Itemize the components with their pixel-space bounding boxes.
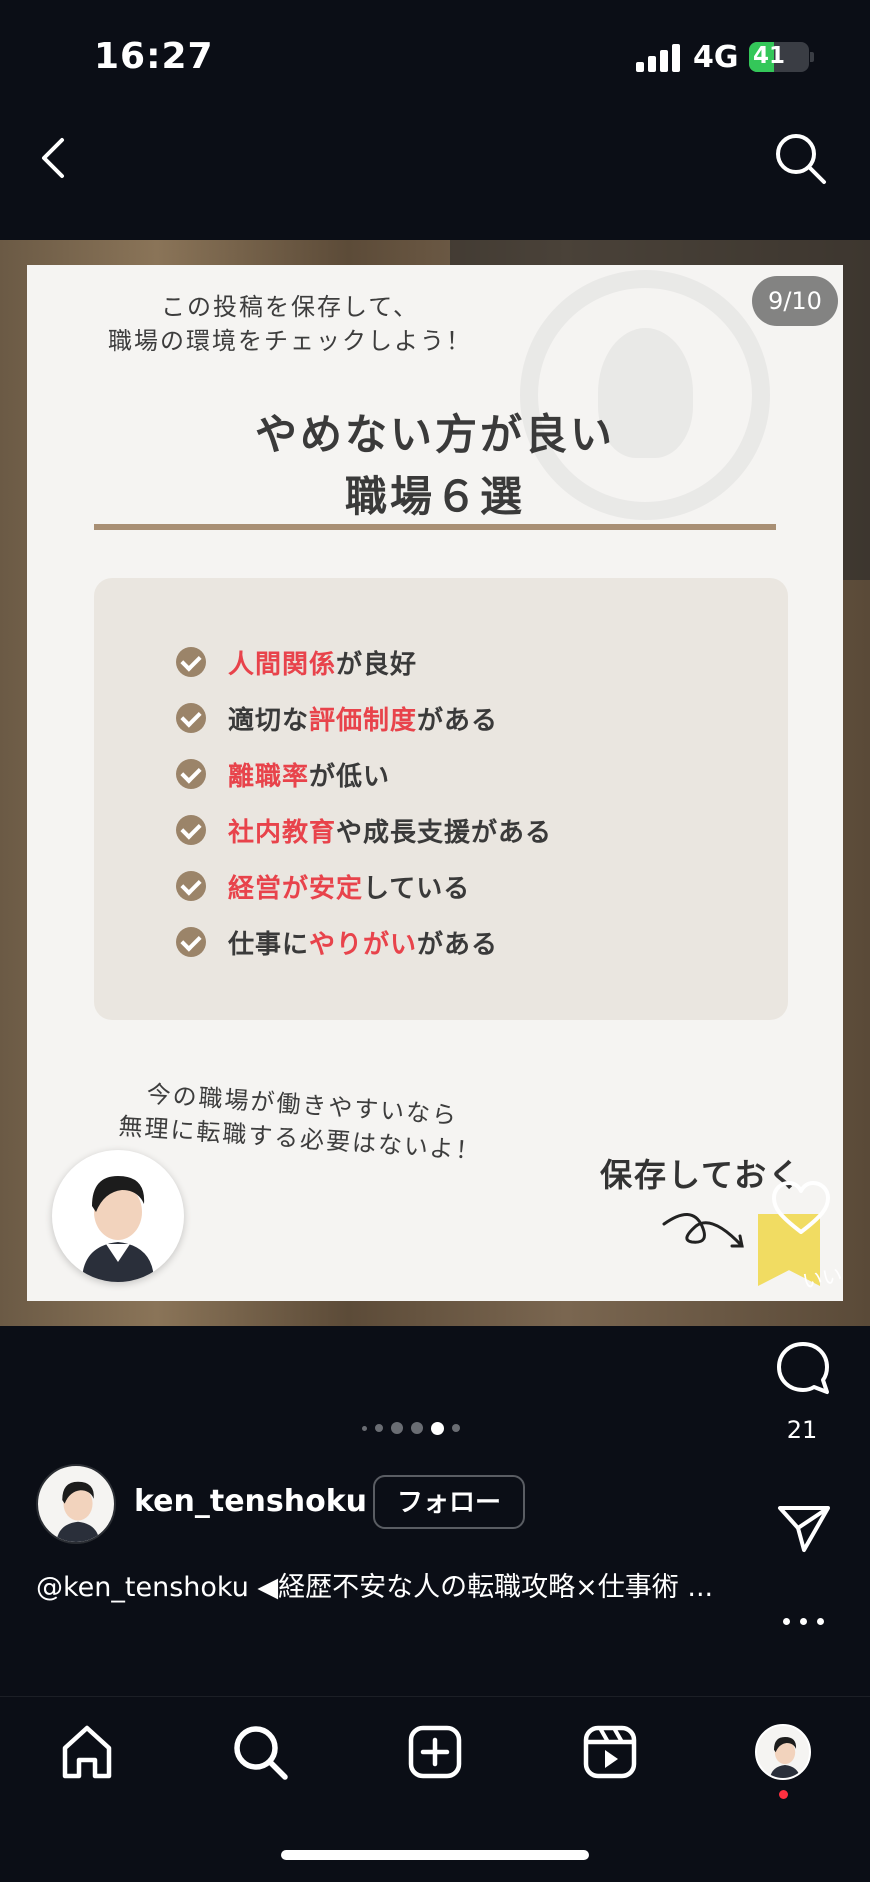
check-circle-icon [176,759,206,789]
checklist-item: 適切な評価制度がある [176,690,552,746]
carousel-dot [375,1424,383,1432]
carousel-dot-active [431,1421,444,1435]
person-illustration-icon [82,1176,154,1282]
carousel-dot [362,1425,367,1431]
page-indicator: 9/10 [752,276,838,326]
search-icon [234,1726,288,1780]
card-intro: この投稿を保存して、 職場の環境をチェックしよう！ [60,290,520,358]
network-label: 4G [693,40,739,75]
battery-icon: 41 [749,42,809,72]
title-line-2: 職場６選 [344,472,525,521]
check-circle-icon [176,871,206,901]
checklist: 人間関係が良好 適切な評価制度がある 離職率が低い 社内教育や成長支援がある 経営が安定… [176,634,552,970]
plain-text: 仕事に [228,929,310,960]
status-time: 16:27 [94,36,214,77]
plain-text: が低い [309,761,391,792]
plain-text: や成長支援がある [336,817,553,848]
status-bar: 16:27 4G 41 [0,0,870,110]
tab-profile[interactable] [755,1724,811,1780]
send-icon [778,1506,830,1552]
highlight-text: 人間関係 [228,649,337,680]
checklist-item-text: 離職率が低い [228,756,390,793]
check-circle-icon [176,815,206,845]
more-button[interactable] [778,1604,830,1640]
plain-text: している [363,873,471,904]
author-illustration [52,1150,184,1282]
highlight-text: 評価制度 [309,705,418,736]
checklist-item: 離職率が低い [176,746,552,802]
back-button[interactable] [30,130,80,186]
card-title: やめない方が良い 職場６選 [0,404,870,528]
check-circle-icon [176,703,206,733]
post-caption[interactable]: @ken_tenshoku ◀経歴不安な人の転職攻略×仕事術 ... [36,1568,736,1608]
highlight-text: やりがい [309,929,418,960]
check-circle-icon [176,927,206,957]
plain-text: が良好 [336,649,418,680]
chevron-left-icon [42,138,64,178]
author-avatar[interactable] [36,1464,116,1544]
battery-cap [810,52,814,62]
curved-arrow-icon [662,1213,744,1248]
checklist-item: 経営が安定している [176,858,552,914]
share-button[interactable] [776,1502,832,1554]
plain-text: がある [417,929,499,960]
plus-square-icon [408,1725,462,1779]
highlight-text: 離職率 [228,761,310,792]
tab-reels[interactable] [580,1722,640,1782]
tab-home[interactable] [57,1722,117,1782]
carousel-dot [452,1424,460,1432]
checklist-item-text: 人間関係が良好 [228,644,417,681]
checklist-item-text: 仕事にやりがいがある [228,924,498,961]
check-circle-icon [176,647,206,677]
intro-line-2: 職場の環境をチェックしよう！ [108,327,472,355]
title-line-1: やめない方が良い [254,410,615,459]
author-username[interactable]: ken_tenshoku [134,1484,367,1519]
home-indicator[interactable] [281,1850,589,1860]
tab-search[interactable] [230,1722,290,1782]
checklist-item: 人間関係が良好 [176,634,552,690]
home-icon [62,1725,112,1779]
comment-icon [777,1342,829,1394]
comment-button[interactable] [775,1340,831,1396]
carousel-dot [391,1422,403,1434]
like-button[interactable] [770,1180,832,1236]
checklist-item-text: 適切な評価制度がある [228,700,498,737]
carousel-dots [362,1420,460,1436]
follow-button[interactable]: フォロー [373,1475,525,1529]
checklist-item: 仕事にやりがいがある [176,914,552,970]
comment-count: 21 [786,1416,818,1444]
plain-text: 適切な [228,705,310,736]
search-button[interactable] [772,130,828,186]
search-icon [776,134,826,184]
highlight-text: 社内教育 [228,817,337,848]
battery-level: 41 [753,43,786,69]
plain-text: がある [417,705,499,736]
notification-dot [779,1790,788,1799]
carousel-dot [411,1422,423,1434]
intro-line-1: この投稿を保存して、 [160,293,420,321]
checklist-item: 社内教育や成長支援がある [176,802,552,858]
checklist-item-text: 経営が安定している [228,868,470,905]
heart-icon [772,1181,830,1234]
tab-create[interactable] [405,1722,465,1782]
highlight-text: 経営が安定 [228,873,364,904]
checklist-item-text: 社内教育や成長支援がある [228,812,552,849]
signal-icon [636,44,680,72]
title-underline [94,524,776,530]
avatar-icon [56,1481,100,1542]
reels-icon [583,1725,637,1779]
